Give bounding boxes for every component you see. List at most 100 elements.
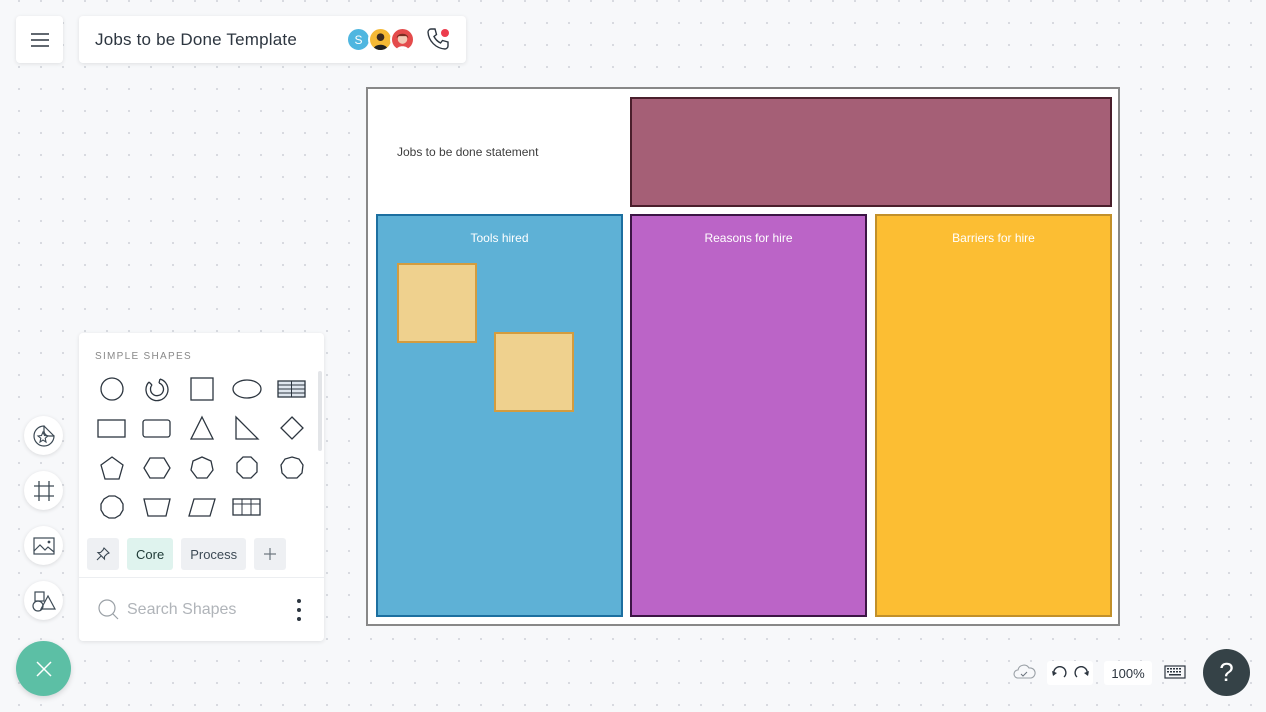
- shape-circle[interactable]: [89, 369, 134, 409]
- main-menu-button[interactable]: [16, 16, 63, 63]
- keyboard-shortcuts-button[interactable]: [1164, 664, 1186, 685]
- table-icon: [276, 380, 306, 398]
- image-button[interactable]: [24, 526, 63, 565]
- shape-nonagon[interactable]: [269, 448, 314, 488]
- triangle-icon: [189, 415, 214, 440]
- sticky-note[interactable]: [494, 332, 574, 412]
- shape-rounded-rectangle[interactable]: [134, 409, 179, 449]
- close-toolbar-button[interactable]: [16, 641, 71, 696]
- shape-right-triangle[interactable]: [224, 409, 269, 449]
- document-title-bar: Jobs to be Done Template S: [79, 16, 466, 63]
- trapezoid-icon: [142, 498, 171, 517]
- help-button[interactable]: ?: [1203, 649, 1250, 696]
- sticker-button[interactable]: [24, 416, 63, 455]
- shape-heptagon[interactable]: [179, 448, 224, 488]
- search-shapes-row: [97, 595, 307, 625]
- undo-redo-group: [1047, 661, 1093, 685]
- column-label: Tools hired: [470, 231, 529, 245]
- shape-triangle[interactable]: [179, 409, 224, 449]
- panel-divider: [79, 577, 324, 578]
- sticky-note[interactable]: [397, 263, 477, 343]
- tab-core[interactable]: Core: [127, 538, 174, 570]
- library-tabs: Core Process: [87, 538, 287, 570]
- shape-ring[interactable]: [134, 369, 179, 409]
- call-indicator-dot: [441, 29, 449, 37]
- frame-button[interactable]: [24, 471, 63, 510]
- shape-trapezoid[interactable]: [134, 488, 179, 528]
- undo-icon: [1051, 666, 1066, 678]
- frame-icon: [33, 480, 54, 501]
- sync-status-button[interactable]: [1012, 662, 1036, 687]
- ellipse-icon: [231, 379, 262, 399]
- keyboard-icon: [1164, 665, 1186, 679]
- statement-label[interactable]: Jobs to be done statement: [397, 145, 538, 159]
- search-shapes-input[interactable]: [127, 601, 287, 619]
- shape-parallelogram[interactable]: [179, 488, 224, 528]
- shapes-scrollbar[interactable]: [318, 371, 322, 451]
- plus-icon: [264, 548, 277, 560]
- shape-pentagon[interactable]: [89, 448, 134, 488]
- hamburger-menu-icon: [30, 32, 49, 47]
- circle-icon: [99, 377, 124, 401]
- search-icon: [98, 599, 119, 620]
- parallelogram-icon: [187, 498, 216, 517]
- shape-hexagon[interactable]: [134, 448, 179, 488]
- pentagon-icon: [99, 455, 124, 480]
- redo-icon: [1074, 666, 1089, 678]
- document-title[interactable]: Jobs to be Done Template: [95, 30, 297, 50]
- undo-button[interactable]: [1051, 666, 1067, 680]
- ring-icon: [144, 378, 169, 401]
- shape-diamond[interactable]: [269, 409, 314, 449]
- pinned-libraries-tab[interactable]: [87, 538, 119, 570]
- nonagon-icon: [279, 456, 304, 479]
- more-options-button[interactable]: [293, 599, 305, 621]
- shape-decagon[interactable]: [89, 488, 134, 528]
- close-icon: [35, 660, 52, 677]
- dot: [297, 617, 301, 621]
- rectangle-icon: [96, 419, 126, 438]
- dot: [297, 608, 301, 612]
- sticker-icon: [32, 424, 55, 447]
- avatar[interactable]: [390, 27, 415, 52]
- dot: [297, 599, 301, 603]
- user-photo-icon: [395, 33, 410, 50]
- call-button[interactable]: [425, 26, 453, 54]
- cloud-saved-icon: [1013, 664, 1036, 679]
- pin-icon: [96, 547, 110, 561]
- rounded-rectangle-icon: [141, 419, 171, 438]
- shape-square[interactable]: [179, 369, 224, 409]
- shape-ellipse[interactable]: [224, 369, 269, 409]
- avatar-initial: S: [354, 32, 363, 47]
- shape-grid-table[interactable]: [224, 488, 269, 528]
- square-icon: [189, 377, 214, 401]
- column-barriers-for-hire[interactable]: Barriers for hire: [875, 214, 1112, 617]
- column-label: Barriers for hire: [952, 231, 1035, 245]
- right-triangle-icon: [234, 415, 260, 440]
- statement-box[interactable]: [630, 97, 1112, 207]
- tab-process[interactable]: Process: [181, 538, 247, 570]
- column-label: Reasons for hire: [704, 231, 793, 245]
- jtbd-board-frame[interactable]: Jobs to be done statement Tools hired Re…: [366, 87, 1120, 626]
- shapes-icon: [31, 590, 56, 612]
- shape-octagon[interactable]: [224, 448, 269, 488]
- image-icon: [32, 536, 55, 555]
- column-tools-hired[interactable]: Tools hired: [376, 214, 623, 617]
- shapes-panel: SIMPLE SHAPES Core Process: [79, 333, 324, 641]
- heptagon-icon: [189, 456, 214, 479]
- collaborator-list: S: [346, 27, 415, 52]
- shape-grid: [89, 369, 314, 527]
- shape-table-striped[interactable]: [269, 369, 314, 409]
- shape-rectangle[interactable]: [89, 409, 134, 449]
- diamond-icon: [279, 416, 304, 441]
- decagon-icon: [99, 495, 124, 519]
- add-library-button[interactable]: [254, 538, 287, 570]
- grid-table-icon: [231, 498, 261, 516]
- redo-button[interactable]: [1074, 666, 1090, 680]
- zoom-level-button[interactable]: 100%: [1104, 661, 1152, 685]
- shapes-button[interactable]: [24, 581, 63, 620]
- octagon-icon: [235, 456, 258, 479]
- column-reasons-for-hire[interactable]: Reasons for hire: [630, 214, 867, 617]
- panel-heading: SIMPLE SHAPES: [95, 351, 192, 362]
- hexagon-icon: [142, 457, 171, 479]
- user-photo-icon: [372, 32, 389, 50]
